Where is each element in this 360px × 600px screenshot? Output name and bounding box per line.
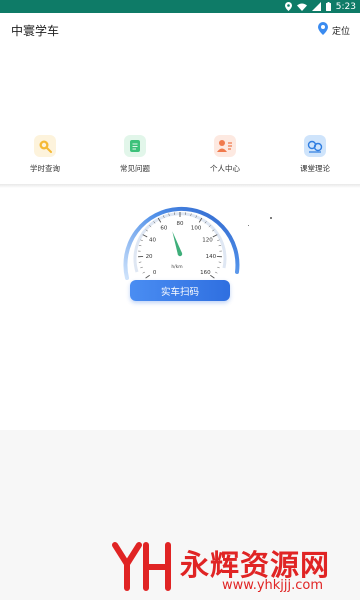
watermark-logo-icon [112,542,171,591]
gauge-minor-tick [138,261,142,263]
wifi-icon [296,3,307,11]
gauge-minor-tick [217,266,220,269]
gauge-minor-tick [217,239,220,241]
classroom-icon [304,135,326,157]
decorative-dot [270,217,272,219]
gauge-tick-label: 20 [146,254,153,260]
gauge-minor-tick [218,261,222,263]
gauge-major-tick [212,234,218,238]
gauge-tick-label: 120 [202,238,213,244]
gauge-minor-tick [218,245,222,247]
section-divider [0,184,360,188]
location-icon [284,2,292,11]
notepad-icon [124,135,146,157]
watermark-url: www.yhkjjj.com [222,578,324,593]
person-icon [214,135,236,157]
gauge-tick-label: 160 [200,270,211,276]
decorative-dot [248,225,249,226]
gauge-tick-label: 0 [153,270,157,276]
gauge-minor-tick [140,266,143,269]
gauge-tick-label: 140 [206,254,217,260]
gauge-minor-tick [142,271,145,274]
location-label: 定位 [331,26,350,37]
search-record-icon [34,135,56,157]
gauge-minor-tick [215,271,218,274]
gauge-minor-tick [140,239,143,241]
map-pin-icon [317,22,328,38]
shortcut-label: 个人中心 [210,164,240,173]
gauge-needle [172,231,183,255]
gauge-unit: h/km [171,264,182,270]
shortcut-label: 常见问题 [120,164,150,173]
shortcut-classroom-theory[interactable]: 课堂理论 [275,135,355,185]
scan-code-button[interactable]: 实车扫码 [130,280,230,301]
signal-icon [311,2,321,11]
gauge-tick-label: 60 [160,225,167,231]
location-button[interactable]: 定位 [317,22,350,38]
gauge-major-tick [142,234,148,238]
speedometer-gauge: 0 20 40 60 80 100 120 140 160 h/km [123,206,240,280]
gauge-tick-label: 100 [191,225,202,231]
gauge-major-tick [145,274,150,279]
status-time: 5:23 [335,1,356,12]
gauge-minor-tick [138,245,142,247]
shortcut-label: 学时查询 [30,164,60,173]
shortcut-study-hours[interactable]: 学时查询 [5,135,85,185]
gauge-tick-label: 80 [177,221,184,227]
status-bar: 5:23 [0,0,360,13]
shortcut-profile[interactable]: 个人中心 [185,135,265,185]
site-watermark: 永辉资源网 www.yhkjjj.com [110,540,360,595]
gauge-needle-hub [177,251,183,257]
shortcut-faq[interactable]: 常见问题 [95,135,175,185]
gauge-tick-label: 40 [149,238,156,244]
shortcut-label: 课堂理论 [300,164,330,173]
battery-icon [325,2,331,11]
gauge-needle-shape [172,231,183,255]
gauge-major-tick [210,274,215,279]
app-title: 中寰学车 [11,24,60,38]
shortcut-grid: 学时查询 常见问题 个人中心 课堂理论 [0,135,360,185]
